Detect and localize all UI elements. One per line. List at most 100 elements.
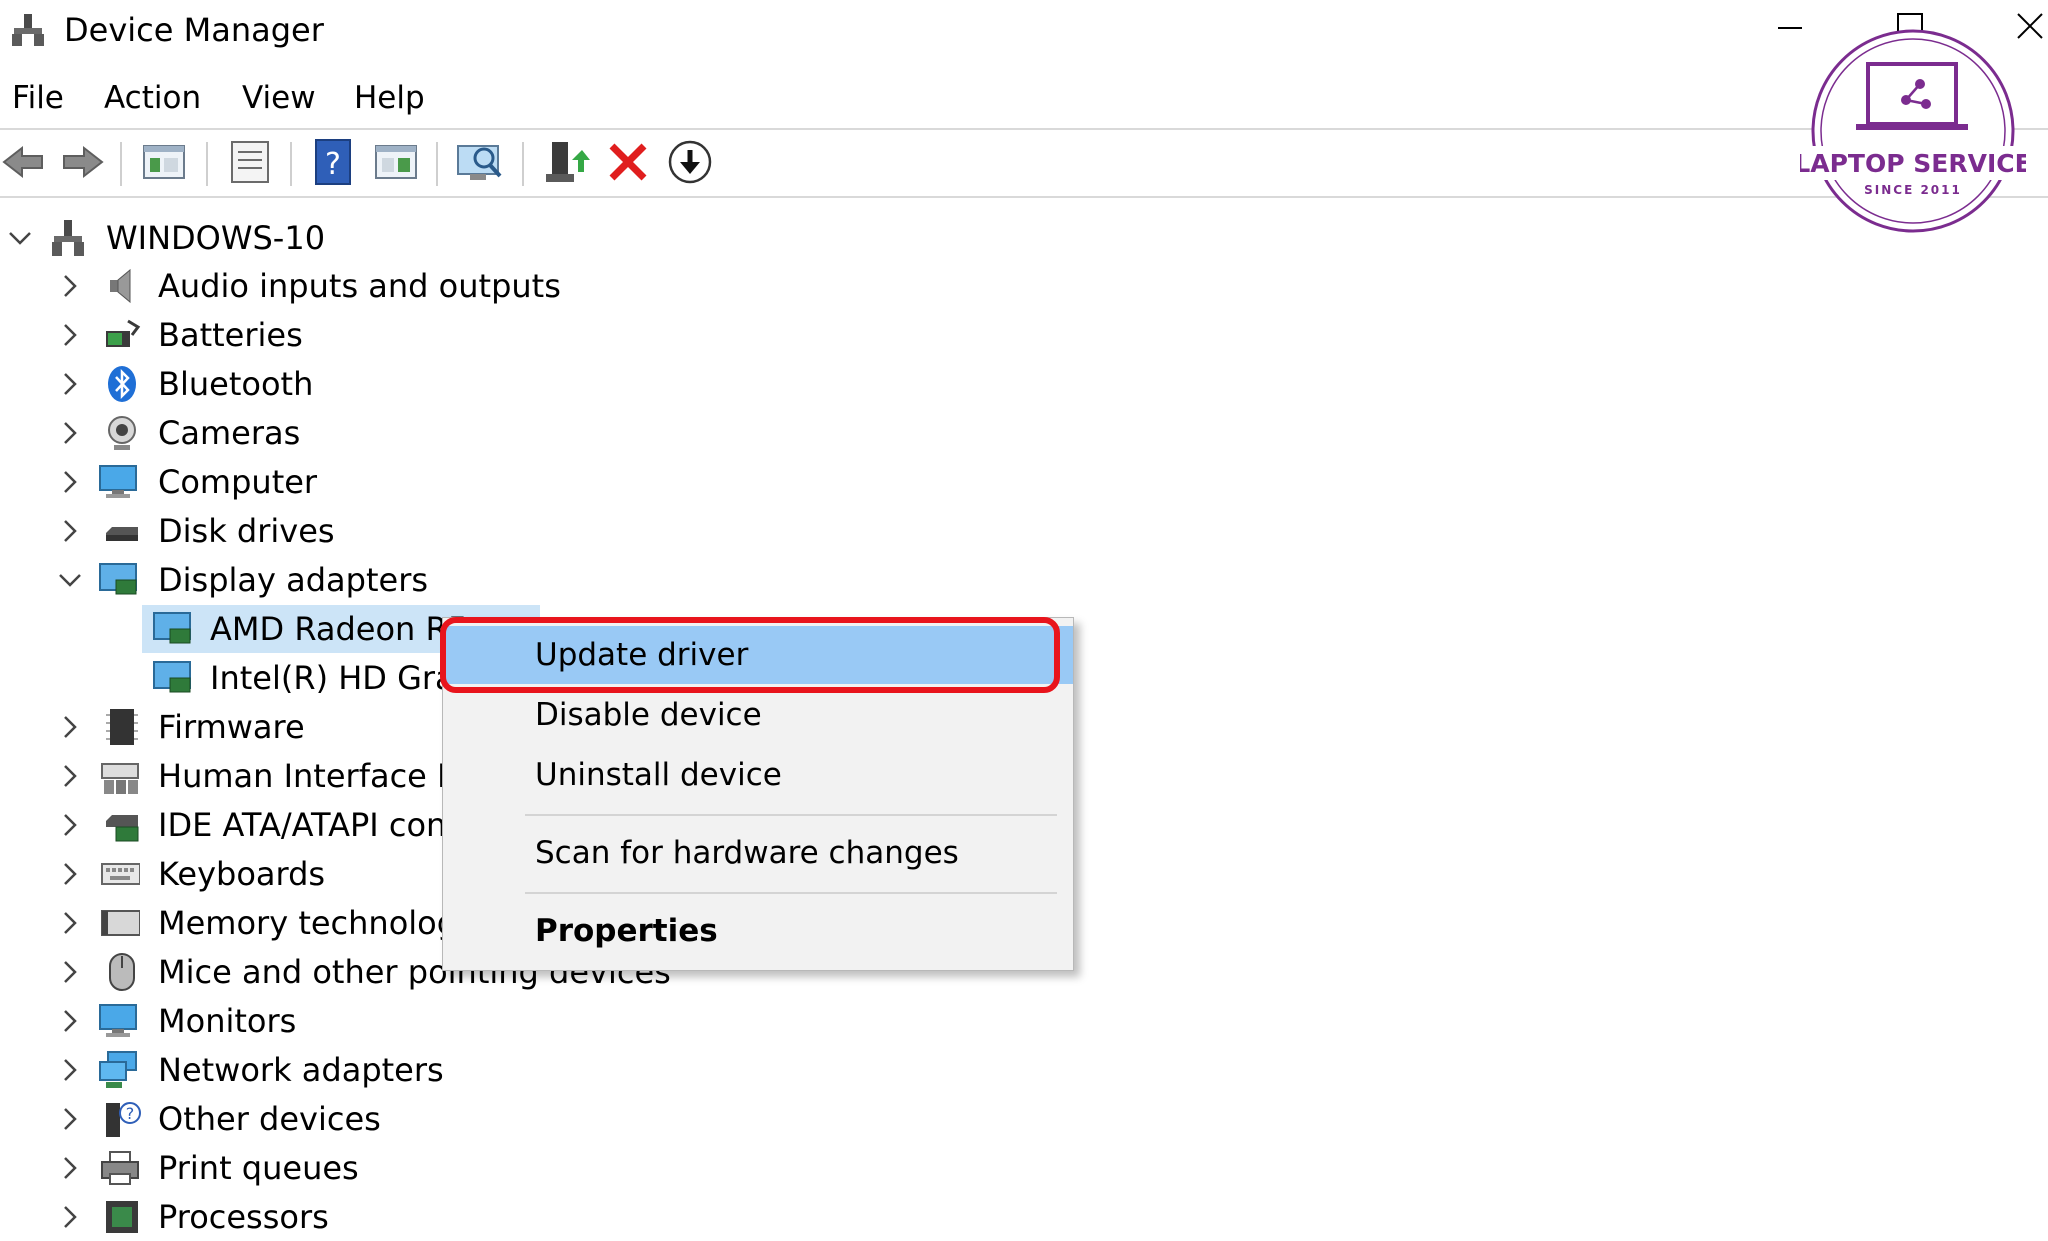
disk-drive-icon (106, 527, 138, 541)
tree-item-label: Processors (158, 1198, 329, 1236)
tree-item-computer[interactable]: Computer (0, 458, 700, 506)
uninstall-icon[interactable] (604, 138, 652, 186)
tree-item-disk-drives[interactable]: Disk drives (0, 507, 700, 555)
tree-item-network[interactable]: Network adapters (0, 1046, 700, 1094)
chevron-right-icon[interactable] (54, 760, 86, 792)
menu-separator (525, 892, 1057, 894)
tree-item-label: Other devices (158, 1100, 381, 1138)
tree-item-label: Display adapters (158, 561, 429, 599)
menu-item-disable-device[interactable]: Disable device (443, 686, 1073, 744)
chevron-down-icon[interactable] (54, 564, 86, 596)
tree-item-audio[interactable]: Audio inputs and outputs (0, 262, 700, 310)
tree-item-label: IDE ATA/ATAPI contr (158, 806, 473, 844)
tree-item-label: Cameras (158, 414, 301, 452)
chevron-right-icon[interactable] (54, 270, 86, 302)
tree-item-label: Memory technology (158, 904, 476, 942)
menu-bar: File Action View Help (0, 72, 2048, 124)
laptop-service-logo: LAPTOP SERVICE SINCE 2011 (1800, 29, 2026, 233)
tree-item-batteries[interactable]: Batteries (0, 311, 700, 359)
tree-item-label: Print queues (158, 1149, 359, 1187)
chevron-right-icon[interactable] (54, 466, 86, 498)
forward-icon[interactable] (58, 138, 106, 186)
computer-root-icon (52, 220, 84, 256)
display-adapter-icon (99, 563, 137, 595)
logo-text: LAPTOP SERVICE (1800, 149, 2026, 178)
show-action-pane-icon[interactable] (372, 138, 420, 186)
menu-item-label: Scan for hardware changes (535, 835, 959, 871)
chevron-right-icon[interactable] (54, 809, 86, 841)
menu-divider (0, 128, 2048, 130)
chevron-right-icon[interactable] (54, 515, 86, 547)
tree-item-other-devices[interactable]: ? Other devices (0, 1095, 700, 1143)
hid-icon (101, 763, 139, 794)
chevron-right-icon[interactable] (54, 1054, 86, 1086)
help-icon[interactable]: ? (310, 138, 358, 186)
chevron-right-icon[interactable] (54, 858, 86, 890)
menu-separator (525, 814, 1057, 816)
tree-item-bluetooth[interactable]: Bluetooth (0, 360, 700, 408)
camera-icon (108, 416, 136, 450)
show-hide-console-tree-icon[interactable] (140, 138, 188, 186)
tree-item-print-queues[interactable]: Print queues (0, 1144, 700, 1192)
menu-item-label: Disable device (535, 697, 762, 733)
chevron-right-icon[interactable] (54, 1005, 86, 1037)
chevron-right-icon[interactable] (54, 907, 86, 939)
firmware-icon (106, 709, 138, 745)
tree-root-label: WINDOWS-10 (106, 219, 326, 257)
chevron-right-icon[interactable] (54, 1103, 86, 1135)
tree-item-monitors[interactable]: Monitors (0, 997, 700, 1045)
chevron-right-icon[interactable] (54, 1152, 86, 1184)
battery-icon (106, 319, 141, 347)
back-icon[interactable] (0, 138, 48, 186)
other-devices-icon: ? (106, 1102, 141, 1137)
chevron-right-icon[interactable] (54, 319, 86, 351)
tree-item-display-adapters[interactable]: Display adapters (0, 556, 700, 604)
toolbar-separator (436, 142, 438, 186)
toolbar: ? (0, 134, 2048, 194)
toolbar-separator (522, 142, 524, 186)
menu-item-scan-hardware[interactable]: Scan for hardware changes (443, 824, 1073, 882)
annotation-highlight-box (440, 617, 1060, 693)
keyboard-icon (101, 863, 140, 885)
tree-item-label: Monitors (158, 1002, 297, 1040)
tree-item-label: Audio inputs and outputs (158, 267, 561, 305)
tree-item-label: Batteries (158, 316, 303, 354)
toolbar-separator (290, 142, 292, 186)
chevron-right-icon[interactable] (54, 956, 86, 988)
tree-subitem-label: AMD Radeon R5 (210, 610, 469, 648)
tree-item-cameras[interactable]: Cameras (0, 409, 700, 457)
tree-item-processors[interactable]: Processors (0, 1193, 700, 1241)
printer-icon (101, 1151, 139, 1185)
memory-icon (101, 910, 140, 936)
menu-item-label: Uninstall device (535, 757, 782, 793)
menu-file[interactable]: File (12, 78, 64, 118)
menu-view[interactable]: View (242, 78, 316, 118)
tree-item-label: Keyboards (158, 855, 326, 893)
window-title: Device Manager (64, 11, 324, 49)
bluetooth-icon (108, 366, 136, 402)
tree-item-label: Network adapters (158, 1051, 444, 1089)
ide-controller-icon (106, 815, 139, 842)
menu-item-properties[interactable]: Properties (443, 902, 1073, 960)
properties-icon[interactable] (226, 138, 274, 186)
toolbar-separator (206, 142, 208, 186)
chevron-right-icon[interactable] (54, 417, 86, 449)
computer-icon (99, 465, 137, 498)
chevron-right-icon[interactable] (54, 1201, 86, 1233)
scan-for-hardware-icon[interactable] (456, 138, 504, 186)
menu-action[interactable]: Action (104, 78, 201, 118)
menu-help[interactable]: Help (354, 78, 425, 118)
chevron-right-icon[interactable] (54, 368, 86, 400)
menu-item-uninstall-device[interactable]: Uninstall device (443, 746, 1073, 804)
chevron-down-icon[interactable] (4, 222, 36, 254)
device-manager-icon (12, 14, 44, 46)
tree-root[interactable]: WINDOWS-10 (0, 214, 600, 262)
network-icon (99, 1051, 137, 1088)
monitor-icon (99, 1004, 137, 1037)
download-icon[interactable] (666, 138, 714, 186)
chevron-right-icon[interactable] (54, 711, 86, 743)
update-driver-icon[interactable] (542, 138, 590, 186)
display-adapter-icon (153, 661, 191, 693)
display-adapter-icon (153, 612, 191, 644)
tree-subitem-label: Intel(R) HD Grap (210, 659, 475, 697)
